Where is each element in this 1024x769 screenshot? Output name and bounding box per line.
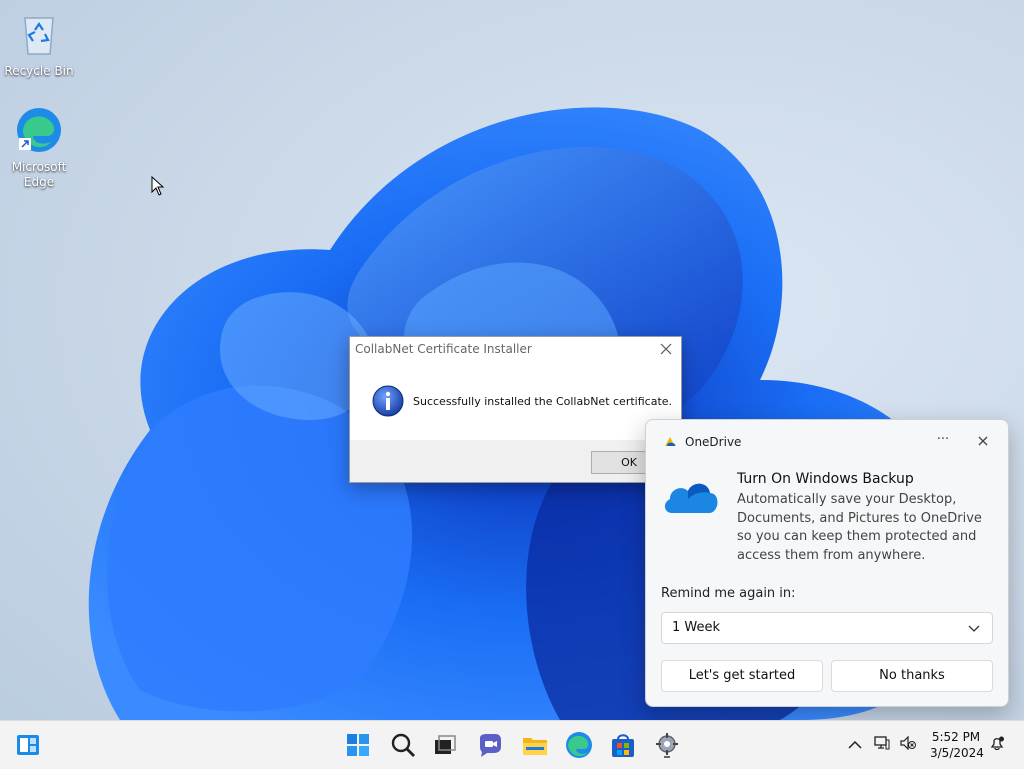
search-icon[interactable] xyxy=(388,730,418,760)
widgets-icon[interactable] xyxy=(13,730,43,760)
chat-icon[interactable] xyxy=(475,730,505,760)
chevron-up-icon[interactable] xyxy=(847,738,863,752)
mouse-cursor-icon xyxy=(151,176,165,196)
network-icon[interactable] xyxy=(874,736,890,750)
recycle-bin-icon xyxy=(24,17,54,55)
notification-description: Automatically save your Desktop, Documen… xyxy=(737,492,982,563)
remind-dropdown[interactable]: 1 Week xyxy=(661,612,993,644)
task-view-icon[interactable] xyxy=(429,730,459,760)
tray-date: 3/5/2024 xyxy=(930,746,984,760)
desktop-icon-edge[interactable]: Microsoft Edge xyxy=(4,106,74,190)
close-icon[interactable] xyxy=(974,432,992,450)
remind-label: Remind me again in: xyxy=(661,586,796,601)
notification-app-name: OneDrive xyxy=(685,435,742,449)
onedrive-cloud-icon xyxy=(664,483,718,513)
close-icon[interactable] xyxy=(657,340,675,358)
info-icon xyxy=(372,385,404,417)
start-icon[interactable] xyxy=(343,730,373,760)
store-icon[interactable] xyxy=(608,730,638,760)
edge-icon[interactable] xyxy=(564,730,594,760)
dialog-titlebar[interactable]: CollabNet Certificate Installer xyxy=(350,337,681,361)
remind-dropdown-value: 1 Week xyxy=(672,620,721,635)
tray-time: 5:52 PM xyxy=(931,730,981,744)
notification-bell-icon[interactable] xyxy=(989,736,1005,750)
file-explorer-icon[interactable] xyxy=(520,730,550,760)
get-started-button[interactable]: Let's get started xyxy=(661,660,823,692)
desktop-icon-label: Recycle Bin xyxy=(4,64,74,78)
dialog-title: CollabNet Certificate Installer xyxy=(355,342,532,356)
desktop-icon-label: Microsoft Edge xyxy=(11,160,67,189)
dialog-body: Successfully installed the CollabNet cer… xyxy=(350,361,681,439)
dialog-footer: OK xyxy=(350,440,681,482)
onedrive-small-icon xyxy=(665,437,676,446)
onedrive-notification: OneDrive ··· Turn On Windows Backup Auto… xyxy=(645,419,1009,707)
notification-heading: Turn On Windows Backup xyxy=(737,471,914,487)
desktop-icon-recycle-bin[interactable]: Recycle Bin xyxy=(4,10,74,79)
dialog-message: Successfully installed the CollabNet cer… xyxy=(413,395,673,408)
volume-muted-icon[interactable] xyxy=(900,736,916,750)
edge-icon xyxy=(17,108,61,152)
certificate-installer-dialog: CollabNet Certificate Installer Successf… xyxy=(349,336,682,483)
taskbar xyxy=(0,720,1024,769)
installer-icon[interactable] xyxy=(652,730,682,760)
tray-clock[interactable]: 5:52 PM 3/5/2024 xyxy=(930,729,984,761)
no-thanks-button[interactable]: No thanks xyxy=(831,660,993,692)
more-options-button[interactable]: ··· xyxy=(933,432,953,450)
chevron-down-icon xyxy=(968,625,980,632)
